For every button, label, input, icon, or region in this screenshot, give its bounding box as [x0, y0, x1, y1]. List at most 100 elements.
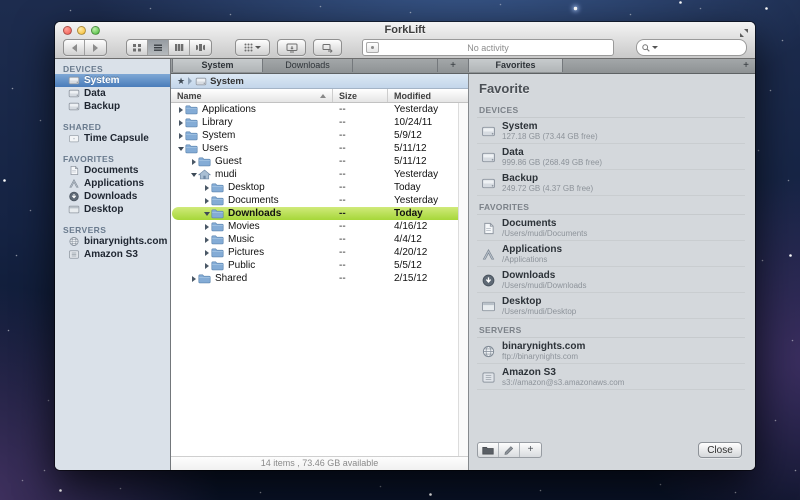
- documents-icon: [481, 222, 496, 235]
- close-panel-button[interactable]: Close: [698, 442, 742, 458]
- coverflow-view-button[interactable]: [190, 40, 211, 55]
- activity-toggle-button[interactable]: [366, 42, 379, 53]
- favorite-entry[interactable]: Desktop /Users/mudi/Desktop: [477, 293, 745, 319]
- table-row[interactable]: Guest -- 5/11/12: [172, 155, 467, 168]
- table-row[interactable]: System -- 5/9/12: [172, 129, 467, 142]
- sidebar-item-label: DEVICES: [63, 64, 103, 74]
- disclosure-triangle-icon[interactable]: [189, 168, 198, 181]
- fullscreen-icon[interactable]: [739, 25, 749, 35]
- title-bar[interactable]: ForkLift: [55, 22, 755, 59]
- activity-field[interactable]: No activity: [362, 39, 614, 56]
- table-row[interactable]: Documents -- Yesterday: [172, 194, 467, 207]
- favorite-entry[interactable]: System 127.18 GB (73.44 GB free): [477, 118, 745, 144]
- favorite-entry: FAVORITES: [477, 196, 745, 215]
- file-name: Desktop: [228, 182, 265, 193]
- disclosure-triangle-icon[interactable]: [202, 233, 211, 246]
- table-row[interactable]: Public -- 5/5/12: [172, 259, 467, 272]
- sidebar-item-label: FAVORITES: [63, 154, 114, 164]
- file-size: --: [333, 156, 388, 167]
- tab-system[interactable]: System: [172, 59, 263, 72]
- disclosure-triangle-icon[interactable]: [202, 246, 211, 259]
- favorite-name: Downloads: [502, 270, 745, 281]
- sidebar-item[interactable]: System: [55, 74, 170, 87]
- forward-button[interactable]: [85, 40, 106, 55]
- column-view-button[interactable]: [169, 40, 190, 55]
- favorite-entry[interactable]: Documents /Users/mudi/Documents: [477, 215, 745, 241]
- list-view-button[interactable]: [148, 40, 169, 55]
- dropdown-caret-icon: [255, 46, 261, 49]
- breadcrumb-chevron-icon: [188, 77, 192, 85]
- disclosure-triangle-icon[interactable]: [176, 103, 185, 116]
- add-tab-button-left[interactable]: +: [437, 59, 469, 72]
- back-button[interactable]: [64, 40, 85, 55]
- favorites-star-icon[interactable]: ★: [177, 74, 185, 88]
- column-view-icon: [174, 43, 184, 52]
- favorite-detail: 249.72 GB (4.37 GB free): [502, 184, 745, 193]
- sidebar-item[interactable]: Backup: [55, 100, 170, 113]
- disclosure-triangle-icon[interactable]: [176, 142, 185, 155]
- table-row[interactable]: Library -- 10/24/11: [172, 116, 467, 129]
- table-row[interactable]: Users -- 5/11/12: [172, 142, 467, 155]
- table-row[interactable]: mudi -- Yesterday: [172, 168, 467, 181]
- workspace-menu-button[interactable]: [235, 39, 270, 56]
- favorite-entry[interactable]: binarynights.com ftp://binarynights.com: [477, 338, 745, 364]
- disclosure-triangle-icon[interactable]: [202, 207, 211, 220]
- tab-favorites[interactable]: Favorites: [468, 59, 563, 72]
- add-tab-button-right[interactable]: +: [739, 59, 753, 72]
- sidebar-item-label: SHARED: [63, 122, 101, 132]
- file-name: System: [202, 130, 235, 141]
- edit-favorite-button[interactable]: [499, 443, 520, 457]
- disclosure-triangle-icon[interactable]: [202, 181, 211, 194]
- disclosure-triangle-icon[interactable]: [202, 220, 211, 233]
- search-scope-caret-icon[interactable]: [652, 46, 658, 49]
- drive-icon: [481, 177, 496, 190]
- sidebar-item[interactable]: Documents: [55, 164, 170, 177]
- connect-button[interactable]: [277, 39, 306, 56]
- sidebar-item[interactable]: Downloads: [55, 190, 170, 203]
- favorite-detail: /Users/mudi/Downloads: [502, 281, 745, 290]
- panel-footer: + Close: [469, 436, 755, 470]
- favorite-entry[interactable]: Applications /Applications: [477, 241, 745, 267]
- sidebar-item[interactable]: Desktop: [55, 203, 170, 216]
- favorite-entry[interactable]: Amazon S3 s3://amazon@s3.amazonaws.com: [477, 364, 745, 390]
- table-row[interactable]: Desktop -- Today: [172, 181, 467, 194]
- search-input[interactable]: [636, 39, 747, 56]
- table-row[interactable]: Music -- 4/4/12: [172, 233, 467, 246]
- favorite-entry[interactable]: Data 999.86 GB (268.49 GB free): [477, 144, 745, 170]
- sidebar-item[interactable]: Time Capsule: [55, 132, 170, 145]
- add-favorite-button[interactable]: +: [520, 443, 541, 457]
- sidebar-item[interactable]: Applications: [55, 177, 170, 190]
- new-group-button[interactable]: [478, 443, 499, 457]
- sidebar-item[interactable]: Data: [55, 87, 170, 100]
- table-row[interactable]: Movies -- 4/16/12: [172, 220, 467, 233]
- scrollbar[interactable]: [458, 103, 468, 456]
- table-row[interactable]: Pictures -- 4/20/12: [172, 246, 467, 259]
- icon-view-button[interactable]: [127, 40, 148, 55]
- tab-downloads[interactable]: Downloads: [262, 59, 353, 72]
- disclosure-triangle-icon[interactable]: [202, 259, 211, 272]
- disclosure-triangle-icon[interactable]: [176, 116, 185, 129]
- file-name: Guest: [215, 156, 242, 167]
- pencil-icon: [503, 445, 515, 455]
- file-modified: Yesterday: [388, 104, 467, 115]
- sidebar-item: SHARED: [55, 121, 170, 132]
- sidebar-item[interactable]: Amazon S3: [55, 248, 170, 261]
- table-row[interactable]: Downloads -- Today: [172, 207, 467, 220]
- breadcrumb[interactable]: System: [195, 76, 244, 87]
- column-header-modified[interactable]: Modified: [388, 89, 468, 102]
- favorite-entry[interactable]: Downloads /Users/mudi/Downloads: [477, 267, 745, 293]
- column-header-size[interactable]: Size: [333, 89, 388, 102]
- disclosure-triangle-icon[interactable]: [202, 194, 211, 207]
- favorite-detail: ftp://binarynights.com: [502, 352, 745, 361]
- transfer-button[interactable]: [313, 39, 342, 56]
- table-row[interactable]: Applications -- Yesterday: [172, 103, 467, 116]
- column-header-name[interactable]: Name: [171, 89, 333, 102]
- disclosure-triangle-icon[interactable]: [189, 272, 198, 285]
- disclosure-triangle-icon[interactable]: [189, 155, 198, 168]
- globe-icon: [68, 236, 80, 247]
- table-row[interactable]: Shared -- 2/15/12: [172, 272, 467, 285]
- disclosure-triangle-icon[interactable]: [176, 129, 185, 142]
- file-size: --: [333, 130, 388, 141]
- favorite-entry[interactable]: Backup 249.72 GB (4.37 GB free): [477, 170, 745, 196]
- sidebar-item[interactable]: binarynights.com: [55, 235, 170, 248]
